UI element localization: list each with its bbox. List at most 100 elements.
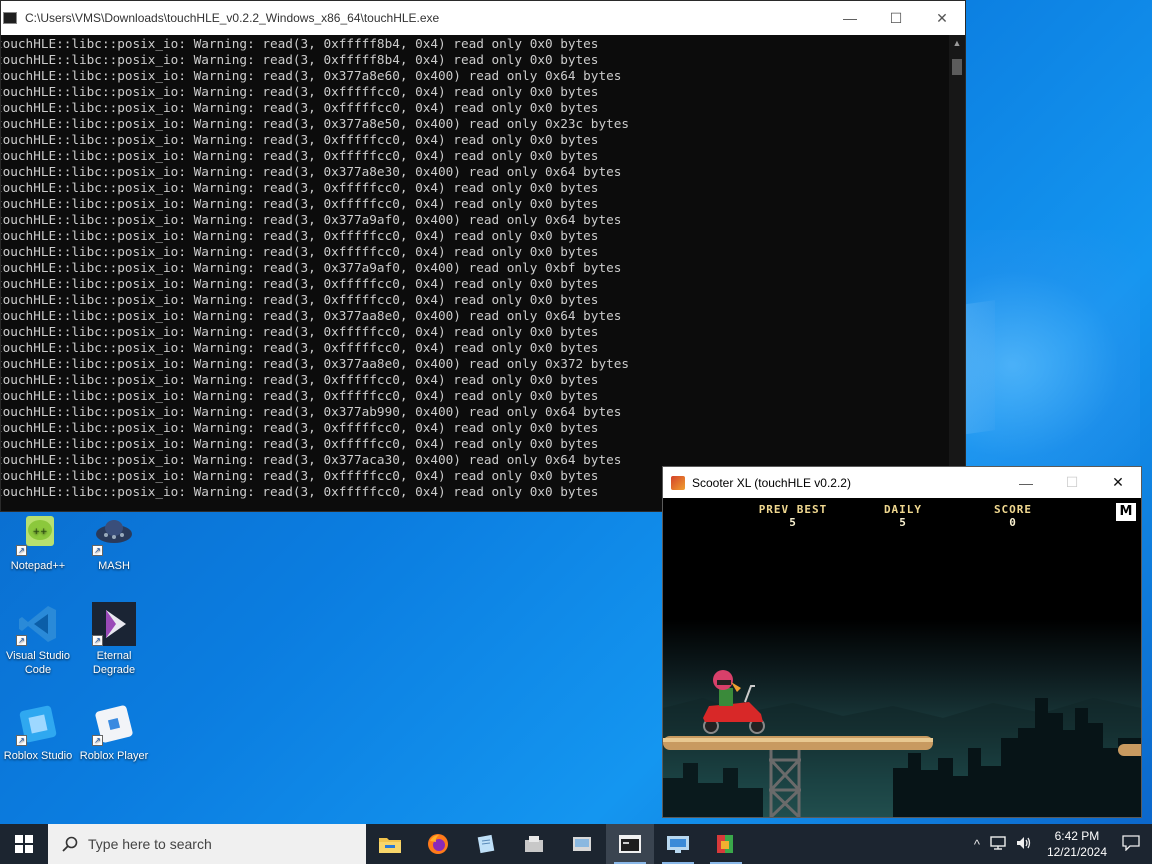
search-placeholder: Type here to search	[88, 836, 212, 852]
desktop-icon-vscode[interactable]: ↗ Visual Studio Code	[0, 602, 76, 677]
console-line: touchHLE::libc::posix_io: Warning: read(…	[1, 388, 599, 403]
console-scrollbar[interactable]: ▲	[949, 35, 965, 511]
console-titlebar[interactable]: C:\Users\VMS\Downloads\touchHLE_v0.2.2_W…	[1, 1, 965, 35]
game-titlebar[interactable]: Scooter XL (touchHLE v0.2.2) — ☐ ✕	[663, 467, 1141, 498]
desktop-icon-label: Visual Studio Code	[5, 650, 70, 676]
console-line: touchHLE::libc::posix_io: Warning: read(…	[1, 132, 599, 147]
app-icon	[573, 837, 591, 851]
clock-time: 6:42 PM	[1054, 829, 1100, 843]
taskbar-remote-desktop[interactable]	[654, 824, 702, 864]
daily-label: DAILY	[883, 503, 923, 516]
file-explorer-icon	[379, 838, 401, 853]
shortcut-arrow-icon: ↗	[16, 635, 27, 646]
volume-icon[interactable]	[1016, 836, 1032, 853]
game-canvas[interactable]: PREV BEST 5 DAILY 5 SCORE 0 M	[663, 498, 1141, 817]
start-button[interactable]	[0, 824, 48, 864]
console-line: touchHLE::libc::posix_io: Warning: read(…	[1, 52, 599, 67]
hud-daily: DAILY 5	[863, 503, 943, 529]
chevron-up-icon[interactable]: ^	[974, 837, 980, 852]
scooter-xl-app-icon	[671, 475, 685, 490]
console-line: touchHLE::libc::posix_io: Warning: read(…	[1, 340, 599, 355]
desktop-icon-label: Eternal Degrade	[92, 650, 136, 676]
console-line: touchHLE::libc::posix_io: Warning: read(…	[1, 404, 622, 419]
console-line: touchHLE::libc::posix_io: Warning: read(…	[1, 324, 599, 339]
clock-date: 12/21/2024	[1046, 845, 1107, 859]
taskbar-app-1[interactable]	[510, 824, 558, 864]
desktop-icon-label: Roblox Player	[79, 750, 149, 762]
score-label: SCORE	[993, 503, 1033, 516]
shortcut-arrow-icon: ↗	[16, 735, 27, 746]
game-minimize-button[interactable]: —	[1003, 467, 1049, 498]
game-title: Scooter XL (touchHLE v0.2.2)	[692, 475, 851, 490]
console-line: touchHLE::libc::posix_io: Warning: read(…	[1, 164, 622, 179]
prev-best-label: PREV BEST	[758, 503, 828, 516]
network-icon[interactable]	[990, 835, 1006, 853]
console-line: touchHLE::libc::posix_io: Warning: read(…	[1, 180, 599, 195]
desktop-icon-roblox-player[interactable]: ↗ Roblox Player	[76, 702, 152, 763]
console-line: touchHLE::libc::posix_io: Warning: read(…	[1, 196, 599, 211]
desktop-icon-label: MASH	[98, 560, 130, 572]
notepad-plus-plus-icon: ++ ↗	[16, 512, 60, 556]
shortcut-arrow-icon: ↗	[92, 635, 103, 646]
close-icon: ✕	[1112, 474, 1124, 490]
console-line: touchHLE::libc::posix_io: Warning: read(…	[1, 212, 622, 227]
console-line: touchHLE::libc::posix_io: Warning: read(…	[1, 116, 629, 131]
desktop-icon-eternal-degrade[interactable]: ↗ Eternal Degrade	[76, 602, 152, 677]
taskbar-clock[interactable]: 6:42 PM 12/21/2024	[1047, 828, 1107, 860]
taskbar-app-2[interactable]	[558, 824, 606, 864]
prev-best-value: 5	[789, 516, 797, 529]
shortcut-arrow-icon: ↗	[92, 735, 103, 746]
console-line: touchHLE::libc::posix_io: Warning: read(…	[1, 228, 599, 243]
scrollbar-thumb[interactable]	[952, 59, 962, 75]
desktop-icon-notepad-plus-plus[interactable]: ++ ↗ Notepad++	[0, 512, 76, 573]
console-window[interactable]: C:\Users\VMS\Downloads\touchHLE_v0.2.2_W…	[0, 0, 966, 512]
search-icon	[62, 836, 78, 852]
hud-score: SCORE 0	[973, 503, 1053, 529]
desktop-icon-label: Notepad++	[10, 560, 66, 572]
scroll-up-arrow-icon[interactable]: ▲	[949, 35, 965, 51]
taskbar-notepad[interactable]	[462, 824, 510, 864]
console-maximize-button[interactable]: ☐	[873, 1, 919, 35]
roblox-player-icon: ↗	[92, 702, 136, 746]
notepad-icon	[477, 834, 495, 854]
taskbar-file-explorer[interactable]	[366, 824, 414, 864]
console-line: touchHLE::libc::posix_io: Warning: read(…	[1, 244, 599, 259]
maximize-icon: ☐	[1065, 474, 1079, 490]
taskbar-touchhle-console[interactable]	[606, 824, 654, 864]
hud-prev-best: PREV BEST 5	[743, 503, 843, 529]
app-icon	[525, 836, 543, 852]
notifications-icon[interactable]	[1122, 834, 1140, 854]
console-line: touchHLE::libc::posix_io: Warning: read(…	[1, 148, 599, 163]
daily-value: 5	[899, 516, 907, 529]
console-minimize-button[interactable]: —	[827, 1, 873, 35]
game-close-button[interactable]: ✕	[1095, 467, 1141, 498]
close-icon: ✕	[936, 9, 948, 26]
console-line: touchHLE::libc::posix_io: Warning: read(…	[1, 308, 622, 323]
mash-icon: ↗	[92, 512, 136, 556]
console-line: touchHLE::libc::posix_io: Warning: read(…	[1, 68, 622, 83]
winrar-icon	[717, 835, 733, 853]
game-window[interactable]: Scooter XL (touchHLE v0.2.2) — ☐ ✕ PREV …	[662, 466, 1142, 818]
maximize-icon: ☐	[889, 9, 903, 26]
desktop-icon-roblox-studio[interactable]: ↗ Roblox Studio	[0, 702, 76, 763]
console-output[interactable]: touchHLE::libc::posix_io: Warning: read(…	[1, 35, 949, 511]
taskbar-winrar[interactable]	[702, 824, 750, 864]
console-line: touchHLE::libc::posix_io: Warning: read(…	[1, 356, 629, 371]
windows-logo-icon	[15, 835, 33, 853]
taskbar-search-box[interactable]: Type here to search	[48, 824, 366, 864]
mute-button[interactable]: M	[1116, 503, 1136, 521]
desktop-icon-mash[interactable]: ↗ MASH	[76, 512, 152, 573]
console-title: C:\Users\VMS\Downloads\touchHLE_v0.2.2_W…	[25, 11, 440, 25]
eternal-degrade-icon: ↗	[92, 602, 136, 646]
console-line: touchHLE::libc::posix_io: Warning: read(…	[1, 436, 599, 451]
taskbar-firefox[interactable]	[414, 824, 462, 864]
console-app-icon	[3, 12, 17, 24]
console-close-button[interactable]: ✕	[919, 1, 965, 35]
touchhle-console-icon	[619, 835, 641, 853]
console-line: touchHLE::libc::posix_io: Warning: read(…	[1, 36, 599, 51]
game-maximize-button[interactable]: ☐	[1049, 467, 1095, 498]
shortcut-arrow-icon: ↗	[16, 545, 27, 556]
remote-desktop-icon	[667, 836, 689, 853]
firefox-icon	[428, 834, 448, 854]
minimize-icon: —	[1019, 474, 1033, 491]
